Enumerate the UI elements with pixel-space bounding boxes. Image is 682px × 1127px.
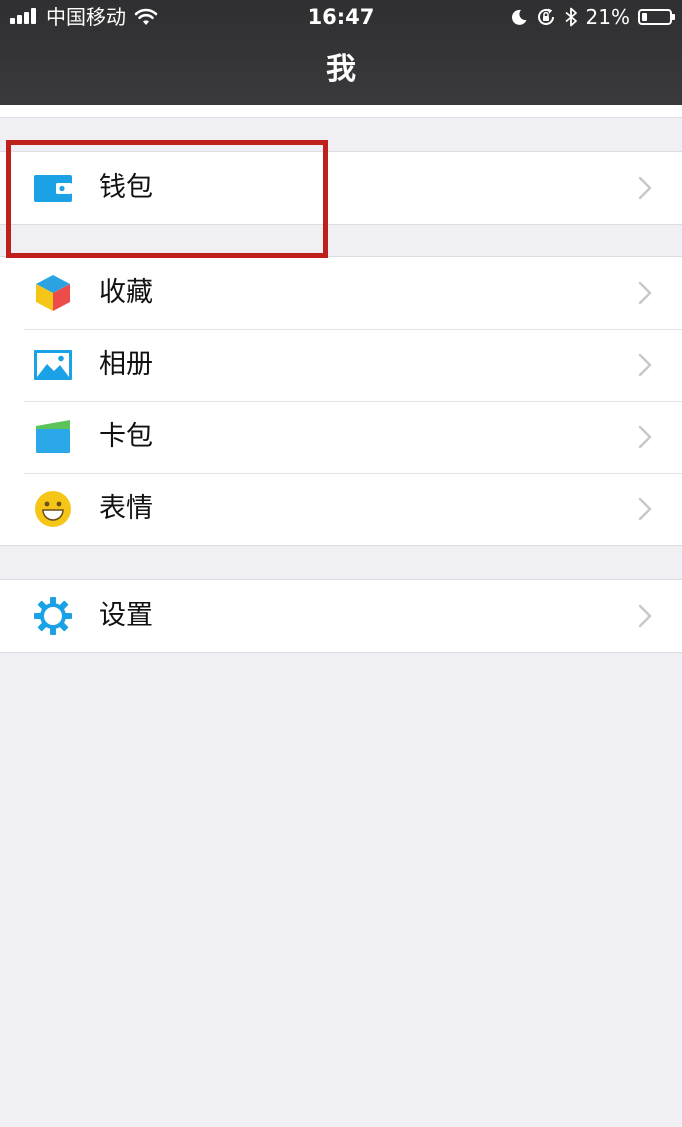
menu-item-settings[interactable]: 设置 — [0, 580, 682, 652]
menu-item-label: 表情 — [99, 493, 153, 524]
chevron-right-icon — [638, 497, 652, 521]
menu-item-card-wallet[interactable]: 卡包 — [0, 401, 682, 473]
wallet-icon — [34, 175, 72, 202]
menu-item-wallet[interactable]: 钱包 — [0, 152, 682, 224]
card-wallet-icon — [36, 420, 70, 453]
smiley-icon — [35, 491, 71, 527]
status-bar: 中国移动 16:47 21% — [0, 0, 682, 34]
page-title: 我 — [326, 52, 356, 87]
settings-gear-icon — [34, 597, 72, 635]
menu-item-label: 设置 — [99, 600, 153, 631]
battery-icon — [638, 9, 675, 25]
bluetooth-icon — [564, 7, 577, 27]
favorites-cube-icon — [36, 275, 70, 311]
battery-percent: 21% — [585, 5, 630, 29]
menu-item-stickers[interactable]: 表情 — [0, 473, 682, 545]
menu-item-album[interactable]: 相册 — [0, 329, 682, 401]
album-picture-icon — [34, 350, 72, 380]
chevron-right-icon — [638, 604, 652, 628]
chevron-right-icon — [638, 281, 652, 305]
menu-item-label: 相册 — [99, 349, 153, 380]
menu-item-label: 钱包 — [99, 172, 153, 203]
rotation-lock-icon — [537, 8, 554, 25]
top-bar: 中国移动 16:47 21% 我 — [0, 0, 682, 105]
settings-group: 设置 — [0, 579, 682, 653]
wallet-group: 钱包 — [0, 151, 682, 225]
chevron-right-icon — [638, 425, 652, 449]
moon-icon — [511, 9, 527, 25]
menu-item-label: 卡包 — [99, 421, 153, 452]
status-right: 21% — [510, 5, 675, 29]
top-group-strip — [0, 105, 682, 118]
menu-item-favorites[interactable]: 收藏 — [0, 257, 682, 329]
chevron-right-icon — [638, 176, 652, 200]
battery-fill — [642, 13, 647, 21]
me-screen: 中国移动 16:47 21% 我 钱包 收藏 相册 卡包 表情 设置 — [0, 0, 682, 1127]
chevron-right-icon — [638, 353, 652, 377]
menu-item-label: 收藏 — [99, 277, 153, 308]
features-group: 收藏 相册 卡包 表情 — [0, 256, 682, 546]
